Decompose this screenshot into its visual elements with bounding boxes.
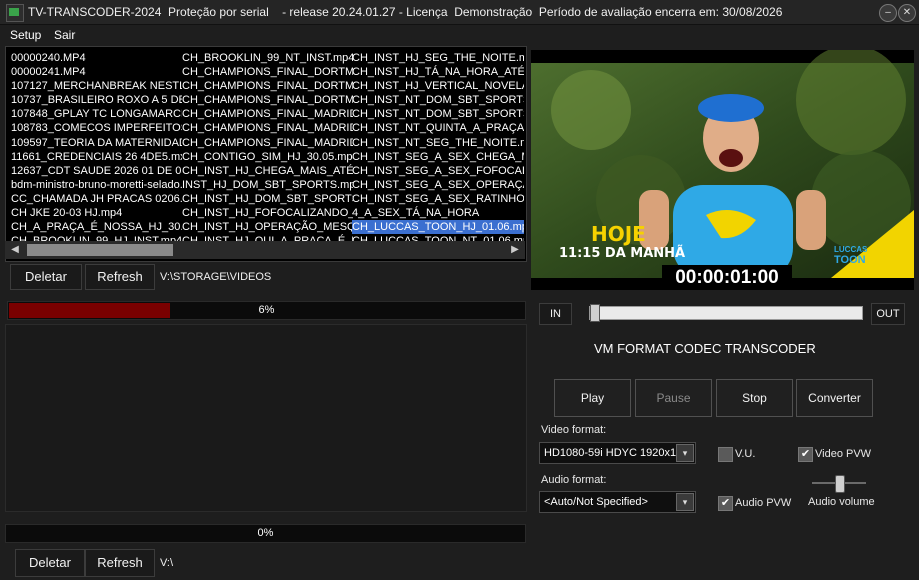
file-list-item[interactable]: CH_INST_HJ_DOM_SBT_SPORTS_5 <box>182 192 353 206</box>
file-list-scrollbar[interactable]: ◀ ▶ <box>5 241 525 259</box>
file-list-column-3: CH_INST_HJ_SEG_THE_NOITE.mp4 CH_INST_HJ_T… <box>352 51 524 248</box>
file-list[interactable]: 00000240.MP4 00000241.MP4 107127_MERCHANBR… <box>5 46 527 262</box>
refresh-button-top[interactable]: Refresh <box>85 264 155 290</box>
timeline-slider[interactable] <box>589 304 863 322</box>
video-pvw-label: Video PVW <box>815 448 872 460</box>
file-list-item[interactable]: CH JKE 20-03 HJ.mp4 <box>11 206 182 220</box>
file-list-item[interactable]: CH_INST_SEG_A_SEX_RATINHO.m <box>352 192 524 206</box>
delete-button-top[interactable]: Deletar <box>10 264 82 290</box>
chevron-down-icon[interactable]: ▾ <box>676 444 694 462</box>
progress-text-top: 6% <box>258 304 275 316</box>
close-icon[interactable]: ✕ <box>898 4 916 22</box>
scroll-left-icon[interactable]: ◀ <box>7 242 23 258</box>
file-list-item[interactable]: CC_CHAMADA JH PRACAS 0206.mp <box>11 192 182 206</box>
file-list-item[interactable]: CH_INST_NT_QUINTA_A_PRAÇA_É <box>352 121 524 135</box>
menu-bar: Setup Sair <box>0 25 919 45</box>
audio-volume-label: Audio volume <box>808 496 875 508</box>
file-list-item[interactable]: CH_INST_NT_SEG_THE_NOITE.mp4 <box>352 136 524 150</box>
audio-format-value: <Auto/Not Specified> <box>544 496 648 508</box>
channel-logo-top: LUCCAS <box>834 245 868 254</box>
stop-button[interactable]: Stop <box>716 379 793 417</box>
audio-format-label: Audio format: <box>541 474 607 486</box>
file-list-item[interactable]: CH_INST_HJ_SEG_THE_NOITE.mp4 <box>352 51 524 65</box>
file-list-item[interactable]: CH_INST_HJ_CHEGA_MAIS_ATÉ_3 <box>182 164 353 178</box>
audio-pvw-label: Audio PVW <box>735 497 792 509</box>
progress-text-bottom: 0% <box>257 527 274 539</box>
file-list-item[interactable]: 10737_BRASILEIRO ROXO A 5 DE J <box>11 93 182 107</box>
file-list-item[interactable]: CH_CONTIGO_SIM_HJ_30.05.mp4 <box>182 150 353 164</box>
file-list-item[interactable]: CH_INST_NT_DOM_SBT_SPORTS.m <box>352 93 524 107</box>
file-list-item[interactable]: 12637_CDT SAUDE 2026 01 DE 05.m <box>11 164 182 178</box>
audio-pvw-checkbox[interactable]: ✔ <box>718 496 733 511</box>
file-list-item[interactable]: CH_INST_SEG_A_SEX_FOFOCALIZA <box>352 164 524 178</box>
mark-in-button[interactable]: IN <box>539 303 572 325</box>
file-list-item[interactable]: CH_INST_SEG_A_SEX_CHEGA_MAI <box>352 150 524 164</box>
file-list-item[interactable]: 109597_TEORIA DA MATERNIDADE <box>11 136 182 150</box>
converter-button[interactable]: Converter <box>796 379 873 417</box>
title-bar: TV-TRANSCODER-2024 Proteção por serial -… <box>0 0 919 25</box>
audio-volume-slider[interactable] <box>812 475 866 493</box>
audio-volume-thumb[interactable] <box>835 475 845 493</box>
minimize-icon[interactable]: ‒ <box>879 4 897 22</box>
progress-bar-bottom: 0% <box>5 524 526 543</box>
file-list-item[interactable]: CH_A_PRAÇA_É_NOSSA_HJ_30.05.m <box>11 220 182 234</box>
file-list-column-1: 00000240.MP4 00000241.MP4 107127_MERCHANBR… <box>11 51 182 248</box>
app-icon <box>6 4 24 22</box>
file-list-item[interactable]: CH_INST_HJ_FOFOCALIZANDO_ATÉ_03.06.mp4 <box>182 206 353 220</box>
window-title: TV-TRANSCODER-2024 Proteção por serial -… <box>28 5 783 19</box>
menu-setup[interactable]: Setup <box>10 28 41 42</box>
file-list-item[interactable]: CH_BROOKLIN_99_NT_INST.mp4 <box>182 51 353 65</box>
play-button[interactable]: Play <box>554 379 631 417</box>
audio-format-select[interactable]: <Auto/Not Specified> ▾ <box>539 491 696 513</box>
timeline-thumb[interactable] <box>590 304 600 322</box>
video-format-select[interactable]: HD1080-59i HDYC 1920x1080 ▾ <box>539 442 696 464</box>
file-list-item[interactable]: INST_HJ_DOM_SBT_SPORTS.mp4 <box>182 178 353 192</box>
codec-title: VM FORMAT CODEC TRANSCODER <box>594 341 816 356</box>
file-list-item[interactable]: 107127_MERCHANBREAK NESTLE VI <box>11 79 182 93</box>
file-list-item[interactable]: bdm-ministro-bruno-moretti-selado.mp4 <box>11 178 182 192</box>
file-list-item[interactable]: CH_INST_NT_DOM_SBT_SPORTS_5 <box>352 107 524 121</box>
file-list-item[interactable]: 107848_GPLAY TC LONGAMARCHA <box>11 107 182 121</box>
file-list-item[interactable]: CH_INST_HJ_OPERAÇÃO_MESQUITA <box>182 220 353 234</box>
file-list-item[interactable]: CH_CHAMPIONS_FINAL_MADRID_N <box>182 136 353 150</box>
pause-button[interactable]: Pause <box>635 379 712 417</box>
overlay-hora: 11:15 DA MANHÃ <box>559 246 686 261</box>
vu-checkbox[interactable] <box>718 447 733 462</box>
menu-sair[interactable]: Sair <box>54 28 75 42</box>
storage-path: V:\STORAGE\VIDEOS <box>160 271 272 283</box>
file-list-item[interactable]: CH_INST_SEG_A_SEX_OPERAÇÃO <box>352 178 524 192</box>
file-list-item[interactable]: 4_A_SEX_TÁ_NA_HORA <box>352 206 524 220</box>
video-format-value: HD1080-59i HDYC 1920x1080 <box>544 447 676 459</box>
file-list-item[interactable]: 00000240.MP4 <box>11 51 182 65</box>
delete-button-bottom[interactable]: Deletar <box>15 549 85 577</box>
file-list-item[interactable]: CH_INST_HJ_TÁ_NA_HORA_ATÉ_3 <box>352 65 524 79</box>
overlay-hoje: HOJE <box>591 222 646 246</box>
output-path: V:\ <box>160 557 174 569</box>
file-list-item[interactable]: CH_CHAMPIONS_FINAL_MADRID_J <box>182 107 353 121</box>
chevron-down-icon[interactable]: ▾ <box>676 493 694 511</box>
vu-label: V.U. <box>735 448 756 460</box>
video-pvw-checkbox[interactable]: ✔ <box>798 447 813 462</box>
file-list-column-2: CH_BROOKLIN_99_NT_INST.mp4 CH_CHAMPIONS_F… <box>182 51 353 248</box>
video-preview: HOJE 11:15 DA MANHÃ LUCCAS TOON <box>531 50 914 290</box>
file-list-item[interactable]: CH_CHAMPIONS_FINAL_DORTMUND <box>182 65 353 79</box>
timecode-display: 00:00:01:00 <box>662 265 792 290</box>
file-list-item[interactable]: CH_CHAMPIONS_FINAL_DORTMUND <box>182 79 353 93</box>
refresh-button-bottom[interactable]: Refresh <box>85 549 155 577</box>
file-list-item[interactable]: CH_LUCCAS_TOON_HJ_01.06.mp4 <box>352 220 524 235</box>
file-list-item[interactable]: 00000241.MP4 <box>11 65 182 79</box>
file-list-item[interactable]: 11661_CREDENCIAIS 26 4DE5.mxf <box>11 150 182 164</box>
scroll-right-icon[interactable]: ▶ <box>507 242 523 258</box>
channel-logo-bottom: TOON <box>834 254 866 266</box>
scroll-thumb[interactable] <box>27 244 173 256</box>
mark-out-button[interactable]: OUT <box>871 303 905 325</box>
file-list-item[interactable]: 108783_COMECOS IMPERFEITOS 13 <box>11 121 182 135</box>
progress-bar-top: 6% <box>7 301 526 320</box>
file-list-item[interactable]: CH_CHAMPIONS_FINAL_DORTMUND <box>182 93 353 107</box>
file-list-item[interactable]: CH_CHAMPIONS_FINAL_MADRID_N <box>182 121 353 135</box>
log-panel <box>5 324 527 512</box>
video-format-label: Video format: <box>541 424 607 436</box>
file-list-item[interactable]: CH_INST_HJ_VERTICAL_NOVELAS. <box>352 79 524 93</box>
